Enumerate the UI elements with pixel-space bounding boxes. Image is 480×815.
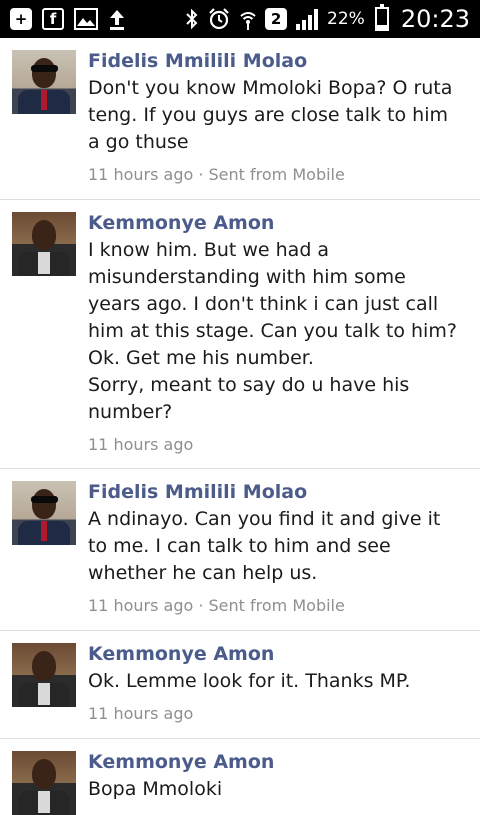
message-item[interactable]: Fidelis Mmilili Molao A ndinayo. Can you… [0,469,480,631]
avatar[interactable] [12,481,76,545]
wifi-icon [239,7,257,31]
clock: 20:23 [400,5,470,33]
message-content: Fidelis Mmilili Molao Don't you know Mmo… [88,48,462,186]
system-icons: 2 22% 20:23 [185,0,470,38]
facebook-icon: f [42,8,64,30]
message-content: Kemmonye Amon Ok. Lemme look for it. Tha… [88,641,462,725]
message-thread: Fidelis Mmilili Molao Don't you know Mmo… [0,38,480,815]
notification-icons: + f [10,0,126,38]
sender-name[interactable]: Fidelis Mmilili Molao [88,48,462,74]
message-meta: 11 hours ago · Sent from Mobile [88,596,345,615]
avatar[interactable] [12,50,76,114]
gallery-icon [74,8,98,30]
avatar[interactable] [12,643,76,707]
status-bar: + f 2 22% 20:23 [0,0,480,38]
message-text: Bopa Mmoloki [88,778,223,800]
message-item[interactable]: Kemmonye Amon Ok. Lemme look for it. Tha… [0,631,480,739]
message-item[interactable]: Fidelis Mmilili Molao Don't you know Mmo… [0,38,480,200]
message-text: I know him. But we had a misunderstandin… [88,239,457,423]
message-item[interactable]: Kemmonye Amon I know him. But we had a m… [0,200,480,469]
sender-name[interactable]: Kemmonye Amon [88,641,462,667]
alarm-icon [207,7,231,31]
battery-percent: 22% [327,9,365,29]
message-text: A ndinayo. Can you find it and give it t… [88,508,441,584]
battery-icon [374,4,389,31]
message-meta: 11 hours ago [88,704,194,723]
message-text: Don't you know Mmoloki Bopa? O ruta teng… [88,77,453,153]
avatar[interactable] [12,212,76,276]
message-item[interactable]: Kemmonye Amon Bopa Mmoloki [0,739,480,815]
sim-icon: 2 [265,8,288,30]
message-content: Fidelis Mmilili Molao A ndinayo. Can you… [88,479,462,617]
add-icon: + [10,8,32,30]
avatar[interactable] [12,751,76,815]
message-meta: 11 hours ago [88,435,194,454]
bluetooth-icon [185,8,199,30]
message-meta: 11 hours ago · Sent from Mobile [88,165,345,184]
signal-icon [295,8,319,30]
sender-name[interactable]: Kemmonye Amon [88,210,462,236]
message-content: Kemmonye Amon I know him. But we had a m… [88,210,462,456]
sender-name[interactable]: Kemmonye Amon [88,749,462,775]
sender-name[interactable]: Fidelis Mmilili Molao [88,479,462,505]
message-text: Ok. Lemme look for it. Thanks MP. [88,670,411,692]
message-content: Kemmonye Amon Bopa Mmoloki [88,749,462,803]
upload-icon [108,8,126,30]
